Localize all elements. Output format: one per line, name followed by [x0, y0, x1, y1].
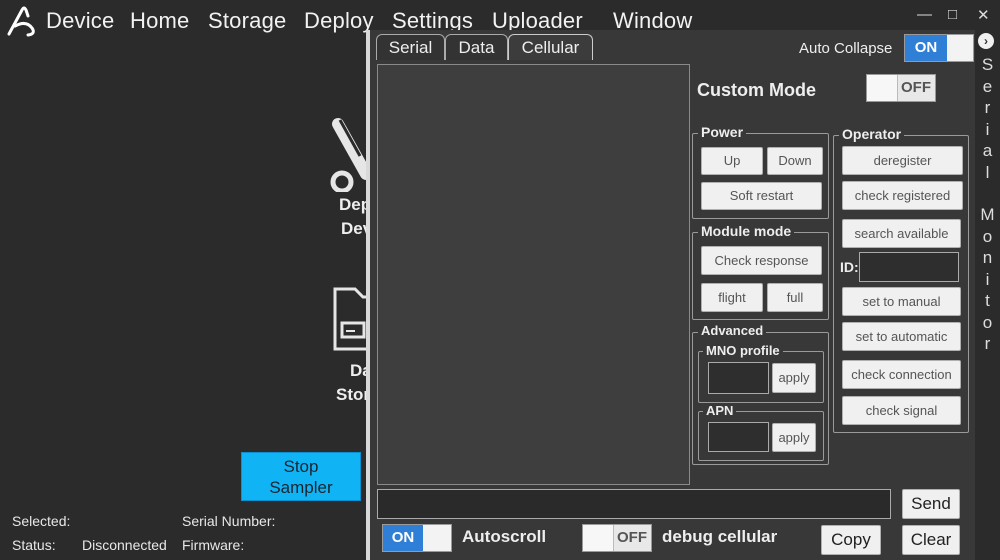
auto-collapse-thumb: [947, 35, 973, 61]
module-mode-group: Module mode Check response flight full: [692, 223, 829, 320]
status-value: Disconnected: [82, 537, 167, 553]
tab-data[interactable]: Data: [445, 34, 508, 60]
menu-deploy[interactable]: Deploy: [304, 8, 374, 34]
check-registered-button[interactable]: check registered: [842, 181, 963, 210]
full-mode-button[interactable]: full: [767, 283, 823, 312]
send-input[interactable]: [377, 489, 891, 519]
check-connection-button[interactable]: check connection: [842, 360, 961, 389]
menu-device[interactable]: Device: [46, 8, 114, 34]
soft-restart-button[interactable]: Soft restart: [701, 182, 822, 210]
tile-storage-label-2: Stor: [336, 385, 370, 404]
panel-splitter[interactable]: [366, 30, 370, 560]
custom-mode-state: OFF: [901, 79, 931, 96]
copy-button[interactable]: Copy: [821, 525, 881, 555]
mno-profile-apply-button[interactable]: apply: [772, 363, 816, 393]
debug-cellular-label: debug cellular: [662, 527, 778, 546]
power-group: Power Up Down Soft restart: [692, 124, 829, 219]
side-title-char: o: [982, 226, 993, 246]
autoscroll-toggle[interactable]: ON: [382, 524, 452, 552]
clear-button[interactable]: Clear: [902, 525, 960, 555]
tab-serial[interactable]: Serial: [376, 34, 445, 60]
menu-storage[interactable]: Storage: [208, 8, 286, 34]
side-title-char: i: [985, 269, 990, 289]
check-signal-button[interactable]: check signal: [842, 396, 961, 425]
auto-collapse-label: Auto Collapse: [799, 40, 893, 57]
power-title: Power: [698, 124, 747, 140]
serial-number-label: Serial Number:: [182, 513, 276, 529]
side-title-char: S: [981, 55, 994, 74]
stop-sampler-label-1: Stop: [283, 457, 319, 476]
send-button[interactable]: Send: [902, 489, 960, 519]
advanced-group: Advanced MNO profile apply APN apply: [692, 323, 829, 465]
set-to-manual-button[interactable]: set to manual: [842, 287, 961, 316]
side-title-char: e: [982, 76, 993, 96]
apn-input[interactable]: [708, 422, 769, 452]
mno-profile-title: MNO profile: [703, 343, 783, 358]
autoscroll-label: Autoscroll: [462, 527, 547, 546]
debug-cellular-state: OFF: [617, 529, 647, 546]
mno-profile-input[interactable]: [708, 362, 769, 394]
side-title-char: M: [980, 205, 995, 224]
operator-group: Operator deregister check registered sea…: [833, 126, 969, 433]
stop-sampler-label-2: Sampler: [269, 478, 333, 497]
check-response-button[interactable]: Check response: [701, 246, 822, 275]
set-to-automatic-button[interactable]: set to automatic: [842, 322, 961, 351]
auto-collapse-toggle[interactable]: ON: [904, 34, 974, 62]
maximize-icon[interactable]: □: [948, 6, 957, 23]
side-title-char: o: [982, 312, 993, 332]
side-title-char: [975, 183, 1000, 204]
serial-monitor-vertical-title: Serial Monitor: [975, 54, 1000, 355]
apn-title: APN: [703, 403, 737, 418]
auto-collapse-state: ON: [914, 39, 938, 56]
selected-label: Selected:: [12, 513, 71, 529]
deregister-button[interactable]: deregister: [842, 146, 963, 175]
side-title-char: l: [985, 162, 990, 182]
autoscroll-thumb: [423, 525, 451, 551]
operator-title: Operator: [839, 126, 905, 142]
power-up-button[interactable]: Up: [701, 147, 763, 175]
operator-id-label: ID:: [840, 259, 859, 275]
debug-cellular-toggle[interactable]: OFF: [582, 524, 652, 552]
side-title-char: i: [985, 119, 990, 139]
search-available-button[interactable]: search available: [842, 219, 961, 248]
custom-mode-toggle[interactable]: OFF: [866, 74, 936, 102]
apn-apply-button[interactable]: apply: [772, 423, 816, 452]
status-label: Status:: [12, 537, 56, 553]
menu-home[interactable]: Home: [130, 8, 190, 34]
side-title-char: n: [982, 248, 993, 267]
flight-mode-button[interactable]: flight: [701, 283, 763, 312]
autoscroll-state: ON: [391, 529, 415, 546]
app-logo-icon: [6, 4, 38, 38]
stop-sampler-button[interactable]: Stop Sampler: [241, 452, 361, 501]
side-title-char: a: [982, 141, 993, 160]
side-title-char: r: [984, 334, 991, 353]
close-icon[interactable]: ✕: [977, 6, 990, 24]
mno-profile-group: MNO profile apply: [698, 343, 824, 403]
side-title-char: r: [984, 98, 991, 117]
tab-cellular[interactable]: Cellular: [508, 34, 593, 60]
operator-id-input[interactable]: [859, 252, 959, 282]
cellular-log-output[interactable]: [377, 64, 690, 485]
minimize-icon[interactable]: —: [917, 6, 932, 23]
firmware-label: Firmware:: [182, 537, 245, 553]
apn-group: APN apply: [698, 403, 824, 461]
side-title-char: t: [985, 291, 990, 310]
custom-mode-label: Custom Mode: [697, 80, 816, 100]
module-mode-title: Module mode: [698, 223, 795, 239]
chevron-right-icon[interactable]: ›: [978, 33, 994, 49]
debug-cellular-thumb: [583, 525, 614, 551]
advanced-title: Advanced: [698, 323, 767, 338]
custom-mode-thumb: [867, 75, 898, 101]
power-down-button[interactable]: Down: [767, 147, 823, 175]
